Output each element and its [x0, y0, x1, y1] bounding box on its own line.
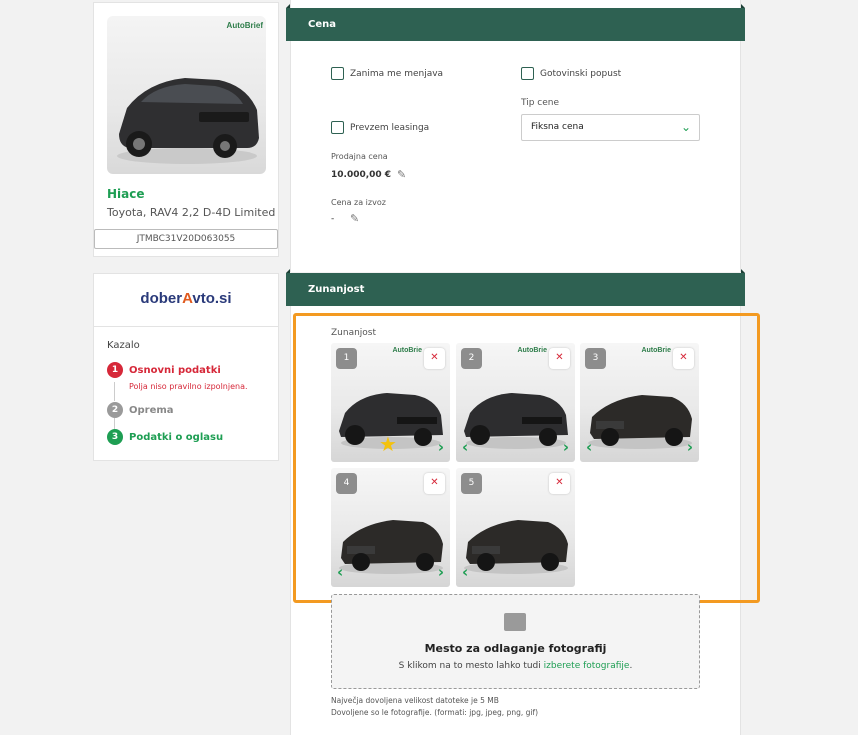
site-logo[interactable]: doberAvto.si [94, 274, 278, 327]
checkbox-label: Zanima me menjava [350, 68, 444, 79]
step-error-message: Polja niso pravilno izpolnjena. [129, 382, 248, 391]
checkbox-label: Gotovinski popust [540, 68, 622, 79]
step-label: Oprema [129, 404, 174, 416]
dropzone-text-end: . [629, 661, 633, 671]
price-type-select[interactable]: Fiksna cena ⌄ [521, 114, 700, 141]
dropzone-text-start: S klikom na to mesto lahko tudi [398, 661, 541, 671]
export-price-label: Cena za izvoz [331, 198, 386, 207]
toc-step-2[interactable]: 2 Oprema [107, 402, 174, 418]
car-image [117, 78, 259, 164]
chevron-down-icon: ⌄ [680, 120, 691, 134]
checkbox-box[interactable] [521, 67, 534, 80]
vin-field: JTMBC31V20D063055 [94, 229, 278, 249]
photo-dropzone[interactable]: Mesto za odlaganje fotografij S klikom n… [331, 594, 700, 689]
step-connector [114, 382, 115, 401]
price-type-label: Tip cene [521, 98, 560, 108]
image-icon [504, 613, 526, 631]
checkbox-label: Prevzem leasinga [350, 122, 430, 133]
toc-step-1[interactable]: 1 Osnovni podatki [107, 362, 221, 378]
step-number: 3 [107, 429, 123, 445]
logo-text-part1: dober [140, 290, 183, 307]
vehicle-name[interactable]: Hiace [107, 187, 145, 201]
edit-pencil-icon[interactable]: ✎ [397, 168, 406, 181]
leasing-checkbox[interactable]: Prevzem leasinga [331, 121, 429, 134]
watermark-text: AutoBrief [226, 21, 263, 30]
cash-discount-checkbox[interactable]: Gotovinski popust [521, 67, 621, 80]
choose-photos-link[interactable]: izberete fotografije [544, 661, 630, 671]
step-label: Osnovni podatki [129, 364, 221, 376]
logo-text-part2: vto.si [192, 290, 232, 307]
checkbox-box[interactable] [331, 67, 344, 80]
file-format-note: Dovoljene so le fotografije. (formati: j… [331, 708, 539, 717]
checkbox-box[interactable] [331, 121, 344, 134]
sale-price-value: 10.000,00 € [331, 170, 392, 180]
vehicle-model: Toyota, RAV4 2,2 D-4D Limited [107, 206, 276, 219]
dropzone-text: S klikom na to mesto lahko tudi izberete… [332, 661, 699, 671]
vehicle-card: AutoBrief Hiace Toyota, RAV4 2,2 D-4D Li… [93, 2, 279, 257]
vehicle-photo: AutoBrief [107, 16, 266, 174]
exterior-section-header: Zunanjost [286, 269, 745, 306]
price-type-value: Fiksna cena [531, 122, 584, 132]
step-number: 2 [107, 402, 123, 418]
export-price-value: - [331, 214, 335, 224]
logo-text-accent: A [182, 290, 193, 307]
dropzone-title: Mesto za odlaganje fotografij [424, 642, 607, 655]
trade-in-checkbox[interactable]: Zanima me menjava [331, 67, 443, 80]
sale-price-label: Prodajna cena [331, 152, 388, 161]
step-label: Podatki o oglasu [129, 431, 224, 443]
toc-step-3[interactable]: 3 Podatki o oglasu [107, 429, 223, 445]
highlight-box [293, 313, 760, 603]
toc-card: doberAvto.si Kazalo 1 Osnovni podatki Po… [93, 273, 279, 461]
file-size-note: Največja dovoljena velikost datoteke je … [331, 696, 499, 705]
price-section-header: Cena [286, 4, 745, 41]
edit-pencil-icon[interactable]: ✎ [350, 212, 359, 225]
toc-title: Kazalo [107, 340, 140, 351]
step-number: 1 [107, 362, 123, 378]
